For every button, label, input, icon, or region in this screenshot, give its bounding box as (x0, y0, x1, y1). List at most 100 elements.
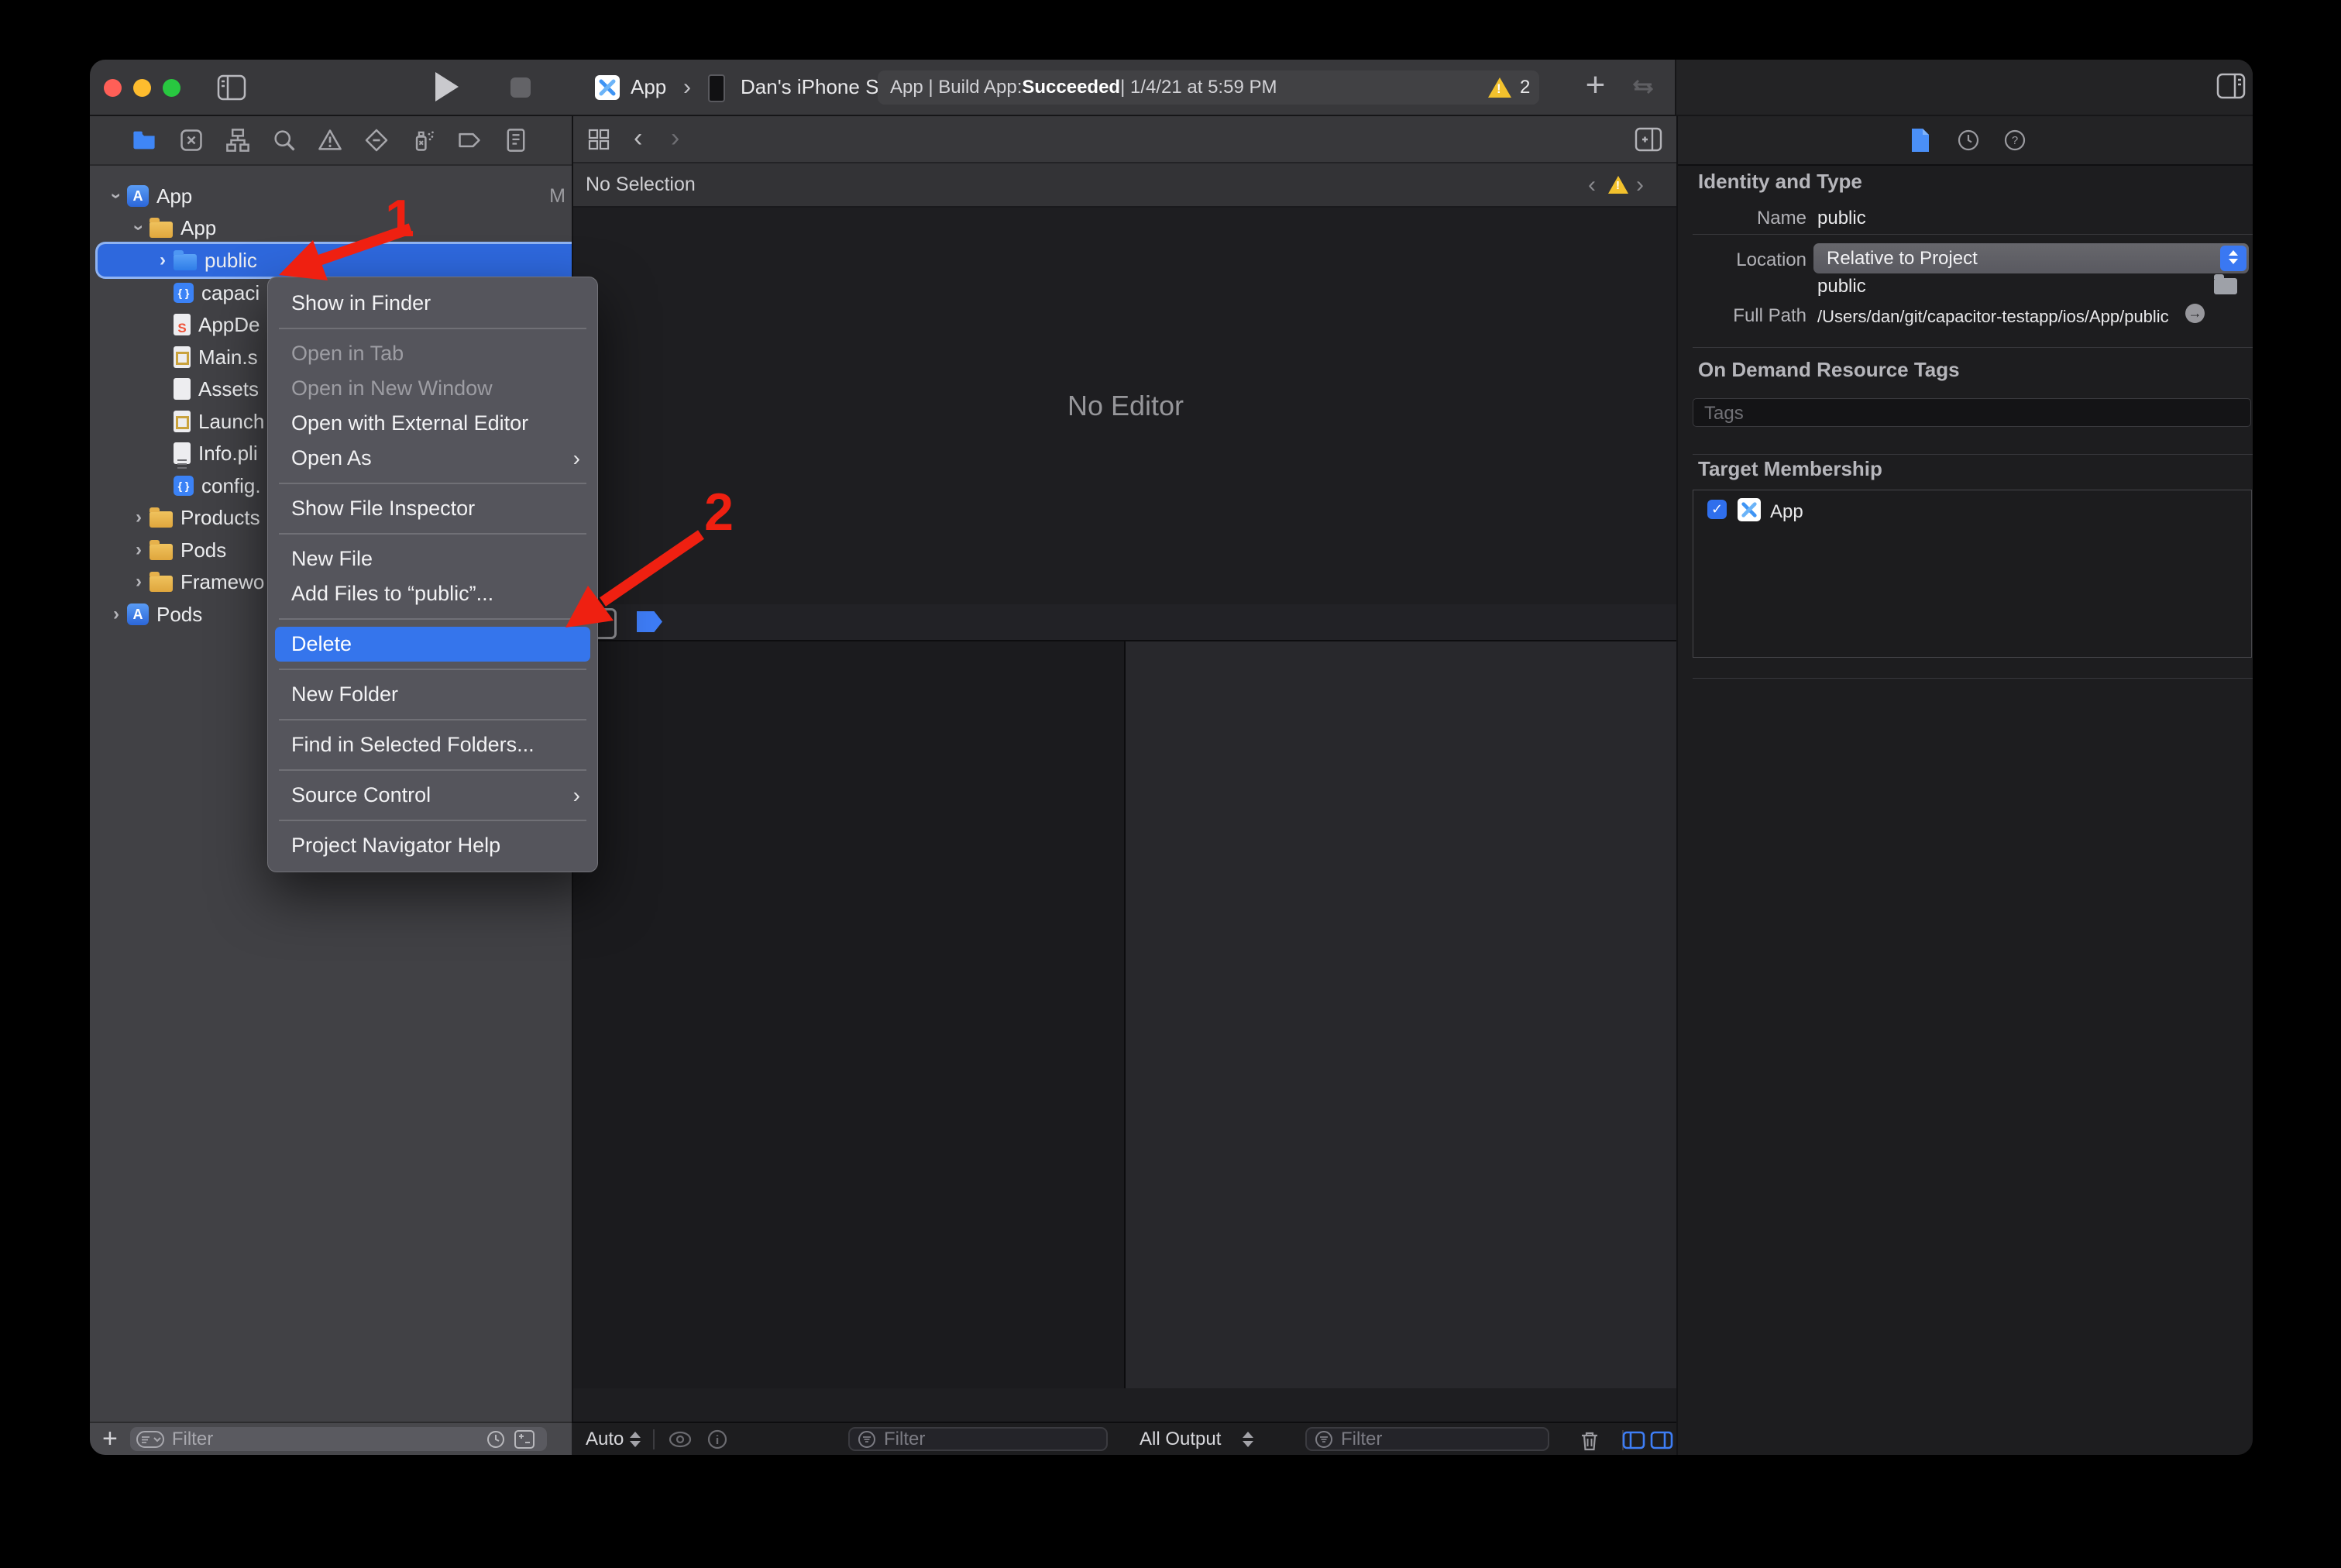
scheme-chevron-icon: › (683, 60, 691, 115)
menu-item-source-control[interactable]: Source Control› (268, 778, 597, 813)
navigator-filter-field[interactable]: Filter (130, 1427, 547, 1451)
stop-button[interactable] (510, 77, 531, 98)
menu-separator (279, 618, 586, 620)
find-navigator-icon[interactable] (271, 127, 297, 153)
inspector-panel: ? Identity and Type Name public Location… (1676, 116, 2253, 1455)
issue-navigator-icon[interactable] (317, 127, 343, 153)
editor-grid-icon[interactable] (587, 128, 610, 151)
menu-item-project-navigator-help[interactable]: Project Navigator Help (268, 828, 597, 863)
config-file-icon: { } (174, 283, 194, 303)
issue-warning-icon[interactable]: ! (1608, 176, 1628, 194)
clear-console-trash-icon[interactable] (1579, 1429, 1600, 1453)
file-inspector-tab-icon[interactable] (1910, 127, 1930, 153)
config-file-icon: { } (174, 476, 194, 496)
tree-row-public-selected[interactable]: › public (98, 244, 615, 277)
tree-row-app-project[interactable]: › A App M (90, 180, 587, 212)
divider (1693, 347, 2253, 348)
menu-item-find-in-selected-folders[interactable]: Find in Selected Folders... (268, 727, 597, 762)
recent-files-clock-icon[interactable] (486, 1430, 505, 1449)
menu-separator (279, 328, 586, 329)
jump-bar[interactable]: No Selection ‹ ! › (573, 163, 1678, 208)
help-inspector-tab-icon[interactable]: ? (2003, 129, 2026, 152)
scheme-selector[interactable]: App (631, 60, 666, 115)
menu-item-open-as[interactable]: Open As› (268, 441, 597, 476)
submenu-chevron-icon: › (573, 441, 580, 476)
next-issue-chevron-icon[interactable]: › (1636, 172, 1644, 198)
console-filter-field[interactable]: Filter (1305, 1427, 1549, 1451)
menu-item-show-in-finder[interactable]: Show in Finder (268, 286, 597, 321)
console-pane-toggle-icon[interactable] (1650, 1431, 1673, 1449)
variables-scope-selector[interactable]: Auto (586, 1429, 624, 1450)
swift-file-icon: S (174, 314, 191, 335)
toolbar: App › Dan's iPhone SE App | Build App: S… (90, 60, 2253, 116)
library-icon[interactable] (1625, 74, 1661, 101)
close-window-button[interactable] (104, 79, 122, 97)
add-file-button[interactable]: + (102, 1424, 118, 1454)
iphone-icon (708, 74, 725, 102)
storyboard-file-icon (174, 411, 191, 432)
context-menu: Show in Finder Open in Tab Open in New W… (267, 277, 598, 872)
tree-row-app-group[interactable]: › App (90, 211, 610, 244)
divider (1693, 234, 2253, 235)
disclosure-icon[interactable]: › (128, 571, 150, 593)
add-editor-icon[interactable] (1635, 127, 1662, 152)
reveal-path-arrow-icon[interactable]: → (2185, 304, 2205, 323)
choose-folder-icon[interactable] (2214, 274, 2237, 294)
disclosure-icon[interactable]: › (128, 539, 150, 561)
menu-separator (279, 719, 586, 720)
warning-icon[interactable]: ! (1488, 77, 1511, 98)
menu-separator (279, 533, 586, 535)
breakpoints-toggle-icon[interactable] (637, 611, 662, 632)
project-icon: A (127, 185, 149, 207)
report-navigator-icon[interactable] (503, 127, 529, 153)
target-checkbox[interactable]: ✓ (1707, 500, 1727, 519)
history-inspector-tab-icon[interactable] (1957, 129, 1980, 152)
zoom-window-button[interactable] (163, 79, 180, 97)
activity-view[interactable]: App | Build App: Succeeded | 1/4/21 at 5… (878, 70, 1539, 105)
menu-item-open-with-external-editor[interactable]: Open with External Editor (268, 406, 597, 441)
test-navigator-icon[interactable] (363, 127, 390, 153)
tags-input[interactable]: Tags (1693, 398, 2251, 427)
source-control-navigator-icon[interactable] (178, 127, 205, 153)
inspector-tab-bar: ? (1678, 116, 2253, 166)
project-navigator-icon[interactable] (131, 127, 157, 153)
sidebar-toggle-icon[interactable] (217, 74, 246, 101)
filter-icon (858, 1430, 876, 1449)
relative-path-value: public (1817, 276, 1866, 297)
console-view[interactable] (1124, 641, 1679, 1388)
disclosure-icon[interactable]: › (105, 603, 127, 625)
minimize-window-button[interactable] (133, 79, 151, 97)
no-editor-placeholder: No Editor (573, 208, 1678, 604)
debug-navigator-icon[interactable] (410, 127, 436, 153)
menu-item-new-folder[interactable]: New Folder (268, 677, 597, 712)
menu-item-show-file-inspector[interactable]: Show File Inspector (268, 491, 597, 526)
disclosure-icon[interactable]: › (105, 185, 127, 207)
menu-item-delete[interactable]: Delete (275, 627, 590, 662)
scope-stepper-icon (630, 1432, 641, 1447)
quicklook-eye-icon (667, 1430, 693, 1449)
disclosure-icon[interactable]: › (128, 507, 150, 528)
scm-changes-filter-icon[interactable] (514, 1430, 535, 1449)
name-value[interactable]: public (1817, 208, 1866, 229)
variables-view[interactable] (573, 641, 1678, 1388)
add-button[interactable]: + (1568, 60, 1623, 115)
scope-stepper-icon (1243, 1432, 1253, 1447)
variables-filter-field[interactable]: Filter (848, 1427, 1108, 1451)
symbol-navigator-icon[interactable] (225, 127, 251, 153)
location-dropdown[interactable]: Relative to Project (1813, 243, 2249, 273)
console-scope-selector[interactable]: All Output (1140, 1429, 1221, 1450)
run-button[interactable] (435, 72, 459, 101)
disclosure-icon[interactable]: › (152, 249, 174, 271)
run-destination[interactable]: Dan's iPhone SE (741, 60, 892, 115)
filter-icon (136, 1431, 164, 1448)
warning-count[interactable]: 2 (1520, 70, 1530, 105)
menu-item-new-file[interactable]: New File (268, 542, 597, 576)
back-chevron-icon[interactable]: ‹ (634, 116, 642, 162)
inspector-toggle-icon[interactable] (2216, 73, 2246, 99)
forward-chevron-icon: › (671, 116, 679, 162)
breakpoint-navigator-icon[interactable] (456, 127, 483, 153)
disclosure-icon[interactable]: › (128, 217, 150, 239)
variables-pane-toggle-icon[interactable] (1622, 1431, 1645, 1449)
prev-issue-chevron-icon[interactable]: ‹ (1588, 172, 1596, 198)
menu-item-add-files[interactable]: Add Files to “public”... (268, 576, 597, 611)
